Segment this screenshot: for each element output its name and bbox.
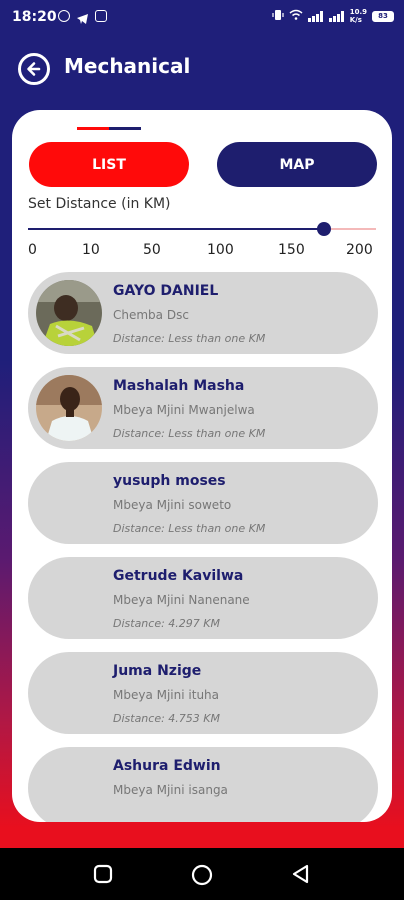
signal-icon-2 <box>328 10 345 22</box>
app-header: Mechanical <box>0 44 404 94</box>
content-card: LIST MAP Set Distance (in KM) 0 10 50 10… <box>12 110 392 822</box>
mechanic-name: Mashalah Masha <box>113 378 245 394</box>
distance-slider-fill <box>28 228 324 230</box>
mechanic-card[interactable]: yusuph moses Mbeya Mjini soweto Distance… <box>28 462 378 544</box>
mechanic-name: Getrude Kavilwa <box>113 568 244 584</box>
mechanic-name: Juma Nzige <box>113 663 202 679</box>
mechanic-location: Chemba Dsc <box>113 308 189 322</box>
mechanic-location: Mbeya Mjini Mwanjelwa <box>113 403 255 417</box>
recent-apps-icon[interactable] <box>93 864 113 888</box>
mechanic-card[interactable]: Getrude Kavilwa Mbeya Mjini Nanenane Dis… <box>28 557 378 639</box>
slider-tick: 0 <box>28 242 37 258</box>
net-speed: 10.9 K/s <box>349 8 367 24</box>
wifi-icon <box>289 9 303 23</box>
vibrate-icon <box>272 9 284 24</box>
status-system-icons: 10.9 K/s 83 <box>272 8 394 24</box>
status-time: 18:20 <box>12 9 57 25</box>
mechanic-name: yusuph moses <box>113 473 226 489</box>
mechanic-card[interactable]: Ashura Edwin Mbeya Mjini isanga <box>28 747 378 822</box>
arrow-left-circle-icon <box>27 62 41 76</box>
mechanic-distance: Distance: Less than one KM <box>113 427 266 440</box>
slider-tick: 50 <box>143 242 161 258</box>
gallery-icon <box>95 10 107 22</box>
mechanic-name: GAYO DANIEL <box>113 283 219 299</box>
mechanic-location: Mbeya Mjini soweto <box>113 498 232 512</box>
mechanic-distance: Distance: Less than one KM <box>113 522 266 535</box>
mechanic-location: Mbeya Mjini ituha <box>113 688 220 702</box>
slider-tick: 150 <box>278 242 305 258</box>
signal-icon-1 <box>307 10 324 22</box>
tab-indicator <box>77 127 141 130</box>
notification-app-icon <box>58 10 70 22</box>
slider-tick: 100 <box>207 242 234 258</box>
mechanic-distance: Distance: 4.753 KM <box>113 712 220 725</box>
mechanic-location: Mbeya Mjini Nanenane <box>113 593 250 607</box>
battery-icon: 83 <box>372 10 394 22</box>
avatar <box>36 280 102 346</box>
status-notification-icons <box>58 10 107 29</box>
status-bar: 18:20 10.9 K/s 83 <box>0 0 404 36</box>
distance-slider-ticks: 0 10 50 100 150 200 <box>28 242 378 260</box>
mechanic-card[interactable]: GAYO DANIEL Chemba Dsc Distance: Less th… <box>28 272 378 354</box>
slider-tick: 200 <box>346 242 373 258</box>
page-title: Mechanical <box>64 54 191 78</box>
back-button[interactable] <box>18 53 50 85</box>
mechanic-distance: Distance: 4.297 KM <box>113 617 220 630</box>
mechanic-card[interactable]: Mashalah Masha Mbeya Mjini Mwanjelwa Dis… <box>28 367 378 449</box>
mechanic-card[interactable]: Juma Nzige Mbeya Mjini ituha Distance: 4… <box>28 652 378 734</box>
mechanic-distance: Distance: Less than one KM <box>113 332 266 345</box>
distance-slider-thumb[interactable] <box>316 222 331 236</box>
distance-slider[interactable] <box>28 222 376 236</box>
mechanic-location: Mbeya Mjini isanga <box>113 783 228 797</box>
tab-map[interactable]: MAP <box>217 142 377 187</box>
distance-slider-label: Set Distance (in KM) <box>28 196 171 212</box>
telegram-icon <box>76 10 89 29</box>
home-icon[interactable] <box>191 864 213 890</box>
avatar <box>36 375 102 441</box>
mechanic-name: Ashura Edwin <box>113 758 221 774</box>
system-nav-bar <box>0 848 404 900</box>
tab-list[interactable]: LIST <box>29 142 189 187</box>
back-icon[interactable] <box>291 864 311 888</box>
slider-tick: 10 <box>82 242 100 258</box>
